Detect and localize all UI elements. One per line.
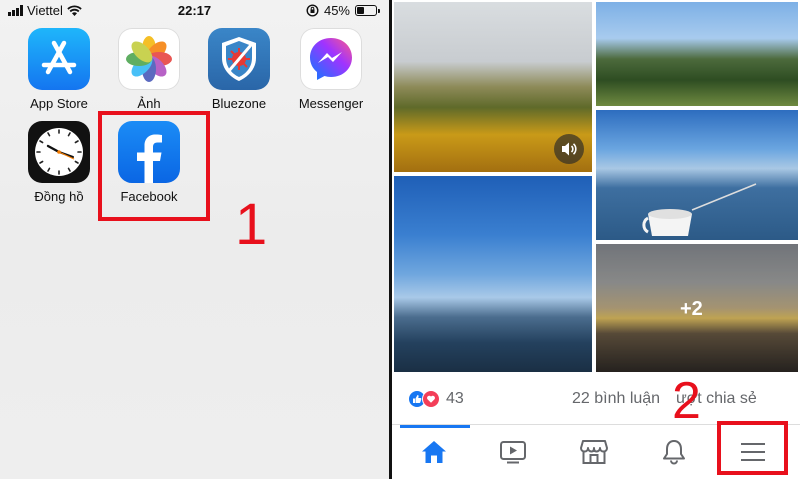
tab-notifications[interactable] [658, 437, 690, 467]
facebook-post-view: +2 43 22 bình luận ượt chia sẻ [392, 0, 800, 479]
clock-icon [28, 121, 90, 183]
post-photo-1[interactable] [394, 2, 592, 172]
app-label: Bluezone [211, 96, 267, 111]
tab-home[interactable] [418, 437, 450, 467]
reaction-icons[interactable] [408, 390, 440, 408]
reaction-count[interactable]: 43 [446, 390, 464, 408]
messenger-app[interactable]: Messenger [286, 28, 376, 111]
more-photos-count: +2 [680, 298, 703, 320]
battery-percent: 45% [323, 3, 350, 18]
post-photo-2[interactable] [596, 2, 798, 106]
orientation-lock-icon [306, 4, 319, 17]
app-label: Messenger [298, 96, 364, 111]
post-photo-4[interactable] [394, 176, 592, 372]
coffee-cup-icon [642, 183, 757, 236]
app-label: Ảnh [137, 96, 161, 111]
clock-app[interactable]: Đồng hồ [14, 121, 104, 204]
messenger-icon [300, 28, 362, 90]
bluezone-icon [208, 28, 270, 90]
app-label: Đồng hồ [34, 189, 84, 204]
post-photo-5[interactable]: +2 [596, 244, 798, 372]
marketplace-icon [580, 440, 608, 464]
reactions-bar: 43 22 bình luận ượt chia sẻ [392, 380, 800, 416]
step-2-label: 2 [672, 372, 701, 430]
app-store-icon [28, 28, 90, 90]
active-tab-indicator [400, 425, 470, 428]
home-icon [422, 441, 446, 463]
photos-app[interactable]: Ảnh [104, 28, 194, 111]
photos-icon [118, 28, 180, 90]
bluezone-app[interactable]: Bluezone [194, 28, 284, 111]
post-photo-3[interactable] [596, 110, 798, 240]
notifications-icon [663, 440, 685, 465]
love-reaction-icon [422, 390, 440, 408]
step-1-label: 1 [235, 192, 268, 257]
comment-count[interactable]: 22 bình luận [572, 390, 660, 408]
home-screen: Viettel 22:17 45% App Store Ảnh Bluezone… [0, 0, 392, 479]
status-bar: Viettel 22:17 45% [0, 0, 389, 22]
tab-marketplace[interactable] [578, 437, 610, 467]
watch-icon [500, 441, 526, 464]
speaker-icon [562, 142, 577, 156]
sound-button[interactable] [554, 134, 584, 164]
tab-watch[interactable] [497, 437, 529, 467]
app-store-app[interactable]: App Store [14, 28, 104, 111]
app-label: App Store [30, 96, 88, 111]
menu-highlight-box [717, 421, 788, 475]
battery-icon [355, 5, 380, 16]
facebook-highlight-box [98, 111, 210, 221]
